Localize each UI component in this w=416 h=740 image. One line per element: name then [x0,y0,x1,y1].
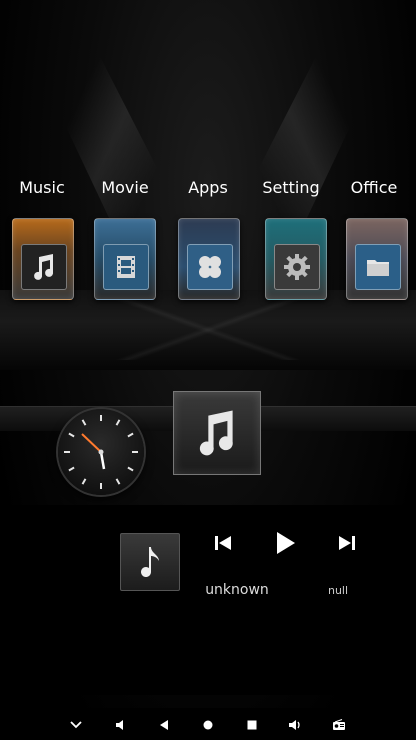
folder-icon [355,244,401,290]
setting-tile[interactable] [265,218,327,300]
floor-reflection [0,300,416,360]
volume-down-icon[interactable] [112,716,130,734]
music-note-icon [21,244,67,290]
album-thumbnail[interactable] [120,533,180,591]
music-tile[interactable] [12,218,74,300]
category-label-music: Music [19,178,65,197]
gear-icon [274,244,320,290]
music-note-icon [199,410,233,456]
volume-up-icon[interactable] [286,716,304,734]
recents-icon[interactable] [243,716,261,734]
film-icon [103,244,149,290]
back-icon[interactable] [155,716,173,734]
skip-previous-icon[interactable] [210,530,236,556]
home-icon[interactable] [199,716,217,734]
home-screen: Music Movie Apps Setting Office unknown … [0,0,416,740]
now-playing-artwork[interactable] [173,391,261,475]
category-label-movie: Movie [101,178,149,197]
movie-tile[interactable] [94,218,156,300]
clock-minute-hand [81,433,102,453]
category-label-apps: Apps [188,178,228,197]
clock-hour-hand [99,451,106,470]
play-icon[interactable] [268,526,302,560]
office-tile[interactable] [346,218,408,300]
chevron-down-icon[interactable] [67,716,85,734]
radio-icon[interactable] [330,716,348,734]
track-artist: null [327,584,349,597]
category-label-office: Office [350,178,398,197]
music-note-icon [141,547,159,577]
apps-tile[interactable] [178,218,240,300]
category-label-setting: Setting [262,178,320,197]
analog-clock [58,409,144,495]
track-title: unknown [205,582,269,598]
apps-grid-icon [187,244,233,290]
skip-next-icon[interactable] [334,530,360,556]
